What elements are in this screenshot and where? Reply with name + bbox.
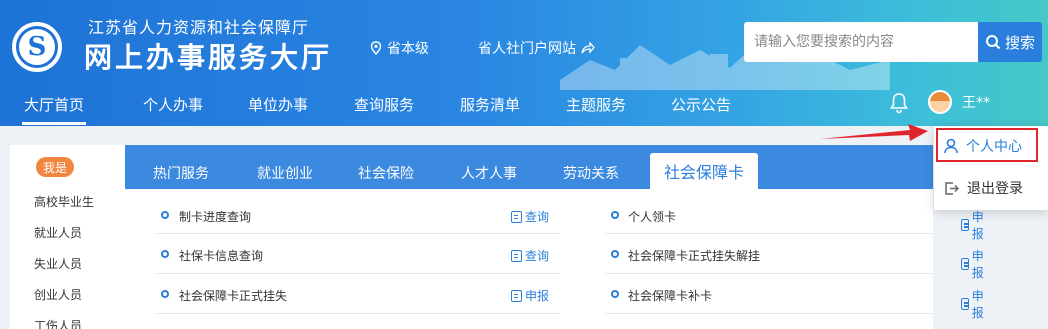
bullet-icon: [611, 211, 619, 219]
nav-query[interactable]: 查询服务: [354, 94, 414, 115]
action-label: 查询: [525, 249, 550, 263]
bell-icon[interactable]: [889, 92, 909, 114]
document-icon: [511, 249, 522, 262]
sidebar-item-entrepreneurs[interactable]: 创业人员: [34, 286, 82, 303]
divider: [155, 273, 560, 274]
sidebar-item-injured-workers[interactable]: 工伤人员: [34, 317, 82, 329]
service-card-reissue[interactable]: 社会保障卡补卡: [628, 287, 712, 304]
tab-hot-services[interactable]: 热门服务: [153, 163, 209, 183]
action-query-card-progress[interactable]: 查询: [511, 208, 549, 225]
divider: [605, 233, 933, 234]
bullet-icon: [611, 250, 619, 258]
hall-title: 网上办事服务大厅: [84, 41, 333, 74]
search-input[interactable]: [744, 22, 978, 62]
user-dropdown-menu: 个人中心 退出登录: [934, 126, 1048, 210]
divider: [605, 313, 933, 314]
document-icon: [511, 210, 522, 223]
tab-talent[interactable]: 人才人事: [461, 163, 517, 183]
location-pin-icon: [370, 41, 382, 55]
tab-social-security-card[interactable]: 社会保障卡: [650, 153, 759, 189]
document-icon: [961, 298, 969, 310]
service-card-unfreeze[interactable]: 社会保障卡正式挂失解挂: [628, 247, 760, 264]
site-logo[interactable]: S: [12, 22, 62, 72]
sidebar-item-graduates[interactable]: 高校毕业生: [34, 193, 94, 210]
nav-theme-services[interactable]: 主题服务: [566, 94, 626, 115]
nav-organization[interactable]: 单位办事: [248, 94, 308, 115]
action-apply-card-unfreeze[interactable]: 申报: [961, 247, 987, 281]
bullet-icon: [161, 250, 169, 258]
tab-social-insurance[interactable]: 社会保险: [358, 163, 414, 183]
org-name: 江苏省人力资源和社会保障厅: [88, 18, 310, 37]
search-button-label: 搜索: [1004, 33, 1035, 52]
nav-announcements[interactable]: 公示公告: [671, 94, 731, 115]
sidebar-item-employed[interactable]: 就业人员: [34, 224, 82, 241]
sidebar-item-unemployed[interactable]: 失业人员: [34, 255, 82, 272]
action-label: 查询: [525, 210, 550, 224]
action-label: 申报: [971, 249, 984, 280]
bullet-icon: [611, 290, 619, 298]
service-card-info[interactable]: 社保卡信息查询: [179, 247, 263, 264]
portal-link[interactable]: 省人社门户网站: [478, 38, 595, 58]
user-icon: [944, 138, 958, 154]
nav-home[interactable]: 大厅首页: [21, 94, 87, 125]
identity-sidebar: 我是 高校毕业生 就业人员 失业人员 创业人员 工伤人员: [10, 145, 125, 329]
service-panel: 热门服务 就业创业 社会保险 人才人事 劳动关系 社会保障卡 制卡进度查询 查询…: [125, 145, 984, 329]
service-tabs: 热门服务 就业创业 社会保险 人才人事 劳动关系 社会保障卡: [125, 145, 933, 189]
menu-item-label: 个人中心: [966, 139, 1022, 155]
bullet-icon: [161, 211, 169, 219]
action-label: 申报: [971, 289, 984, 320]
nav-personal[interactable]: 个人办事: [143, 94, 203, 115]
action-apply-card-reissue[interactable]: 申报: [961, 287, 987, 321]
service-personal-card-pickup[interactable]: 个人领卡: [628, 208, 676, 225]
avatar-hair: [930, 92, 950, 101]
logo-emblem-icon: S: [16, 26, 58, 68]
document-icon: [961, 258, 969, 270]
share-icon: [581, 42, 595, 54]
portal-link-label: 省人社门户网站: [478, 41, 576, 57]
divider: [155, 313, 560, 314]
logout-icon: [945, 181, 959, 195]
nav-service-list[interactable]: 服务清单: [460, 94, 520, 115]
annotation-arrow-icon: [820, 124, 928, 141]
service-card-progress[interactable]: 制卡进度查询: [179, 208, 251, 225]
search-button[interactable]: 搜索: [978, 22, 1042, 62]
action-apply-loss-report[interactable]: 申报: [511, 287, 549, 304]
action-apply-card-pickup[interactable]: 申报: [961, 208, 987, 242]
menu-item-label: 退出登录: [967, 181, 1023, 197]
region-selector[interactable]: 省本级: [370, 38, 429, 58]
action-label: 申报: [525, 289, 550, 303]
region-label: 省本级: [387, 41, 429, 57]
username[interactable]: 王**: [962, 92, 990, 112]
menu-item-logout[interactable]: 退出登录: [944, 178, 1023, 198]
action-label: 申报: [971, 210, 984, 241]
avatar[interactable]: [928, 90, 952, 114]
bullet-icon: [161, 290, 169, 298]
menu-item-personal-center[interactable]: 个人中心: [944, 136, 1022, 156]
divider: [155, 233, 560, 234]
identity-badge: 我是: [36, 157, 74, 177]
action-query-card-info[interactable]: 查询: [511, 247, 549, 264]
search-icon: [985, 35, 1001, 50]
divider: [605, 273, 933, 274]
document-icon: [961, 219, 969, 231]
tab-labor-relations[interactable]: 劳动关系: [563, 163, 619, 183]
service-card-loss-report[interactable]: 社会保障卡正式挂失: [179, 287, 287, 304]
tab-employment[interactable]: 就业创业: [257, 163, 313, 183]
document-icon: [511, 289, 522, 302]
